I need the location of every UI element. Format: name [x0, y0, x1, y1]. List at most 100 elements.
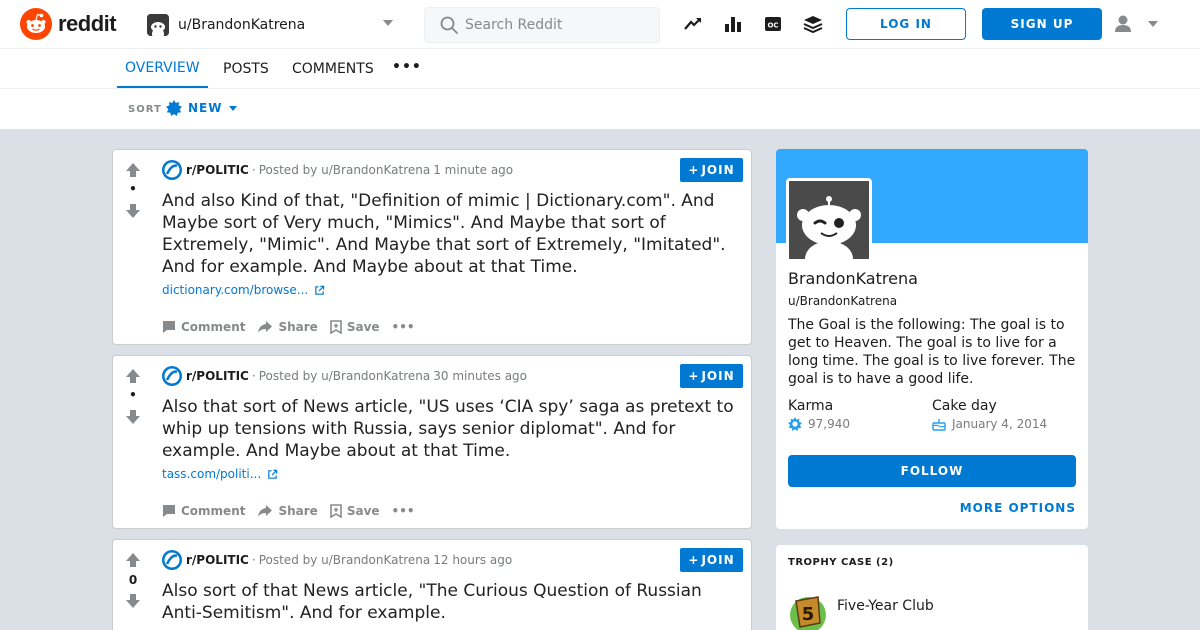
profile-bio: The Goal is the following: The goal is t…: [788, 317, 1076, 387]
plus-icon: +: [688, 369, 700, 383]
user-avatar-icon: [147, 14, 169, 36]
trending-icon[interactable]: [682, 13, 704, 35]
subreddit-icon[interactable]: [162, 160, 182, 180]
tab-overview[interactable]: OVERVIEW: [117, 49, 208, 88]
user-silhouette-icon: [1115, 15, 1131, 32]
original-content-icon[interactable]: OC: [762, 13, 784, 35]
profile-display-name: BrandonKatrena: [788, 269, 918, 288]
post-time[interactable]: 12 hours ago: [433, 553, 512, 567]
posted-by[interactable]: Posted by u/BrandonKatrena: [259, 553, 431, 567]
plus-icon: +: [688, 553, 700, 567]
karma-label: Karma: [788, 398, 834, 414]
top-header: reddit u/BrandonKatrena OC LO: [0, 0, 1200, 49]
user-menu-dropdown[interactable]: [1112, 12, 1162, 36]
save-button[interactable]: Save: [330, 504, 380, 518]
post-title[interactable]: Also that sort of News article, "US uses…: [162, 396, 742, 462]
cakeday-value: January 4, 2014: [932, 417, 1047, 431]
comment-button[interactable]: Comment: [162, 504, 245, 518]
post-card[interactable]: • r/POLITIC · Posted by u/BrandonKatrena…: [112, 149, 752, 345]
vote-column: 0: [113, 540, 153, 630]
karma-burst-icon: [788, 417, 802, 431]
post-actions: Comment Share Save •••: [162, 504, 427, 518]
five-year-club-trophy-icon: 5: [790, 596, 826, 630]
signup-button[interactable]: SIGN UP: [982, 8, 1102, 40]
sort-dropdown[interactable]: NEW: [166, 100, 238, 116]
profile-card: BrandonKatrena u/BrandonKatrena The Goal…: [776, 149, 1088, 529]
more-options-icon[interactable]: •••: [392, 320, 415, 334]
upvote-arrow-icon[interactable]: [125, 368, 141, 384]
comment-icon: [163, 505, 175, 517]
search-input[interactable]: [465, 17, 645, 33]
login-button[interactable]: LOG IN: [846, 8, 966, 40]
join-button[interactable]: + JOIN: [680, 548, 743, 572]
post-meta: r/POLITIC · Posted by u/BrandonKatrena 1…: [162, 550, 512, 570]
post-time[interactable]: 1 minute ago: [433, 163, 513, 177]
share-button[interactable]: Share: [257, 504, 318, 518]
popular-icon[interactable]: [722, 13, 744, 35]
share-button[interactable]: Share: [257, 320, 318, 334]
search-bar[interactable]: [424, 7, 660, 43]
vote-column: •: [113, 356, 153, 528]
trophy-case-title: TROPHY CASE (2): [788, 557, 894, 568]
chevron-down-icon: [1148, 21, 1158, 27]
cake-icon: [932, 419, 946, 431]
chevron-down-icon: [383, 20, 393, 26]
upvote-arrow-icon[interactable]: [125, 162, 141, 178]
comment-button[interactable]: Comment: [162, 320, 245, 334]
more-options-link[interactable]: MORE OPTIONS: [960, 501, 1076, 515]
reddit-wordmark: reddit: [58, 11, 117, 36]
post-card[interactable]: 0 r/POLITIC · Posted by u/BrandonKatrena…: [112, 539, 752, 630]
vote-count: •: [129, 182, 137, 196]
downvote-arrow-icon[interactable]: [125, 593, 141, 609]
more-options-icon[interactable]: •••: [392, 504, 415, 518]
share-icon: [258, 321, 273, 333]
post-link[interactable]: tass.com/politi...: [162, 467, 278, 481]
save-button[interactable]: Save: [330, 320, 380, 334]
join-button[interactable]: + JOIN: [680, 364, 743, 388]
follow-button[interactable]: FOLLOW: [788, 455, 1076, 487]
sort-bar: SORT NEW: [0, 89, 1200, 129]
profile-tabs: OVERVIEW POSTS COMMENTS •••: [0, 49, 1200, 89]
sort-label: SORT: [128, 104, 162, 115]
post-time[interactable]: 30 minutes ago: [433, 369, 527, 383]
tab-posts[interactable]: POSTS: [223, 49, 269, 88]
post-title[interactable]: And also Kind of that, "Definition of mi…: [162, 190, 742, 278]
downvote-arrow-icon[interactable]: [125, 409, 141, 425]
post-link[interactable]: dictionary.com/browse...: [162, 283, 325, 297]
more-tabs-icon[interactable]: •••: [392, 59, 422, 75]
vote-column: •: [113, 150, 153, 344]
subreddit-link[interactable]: r/POLITIC: [186, 369, 249, 383]
profile-avatar[interactable]: [786, 178, 872, 262]
post-meta: r/POLITIC · Posted by u/BrandonKatrena 3…: [162, 366, 527, 386]
subreddit-link[interactable]: r/POLITIC: [186, 163, 249, 177]
subreddit-icon[interactable]: [162, 550, 182, 570]
post-card[interactable]: • r/POLITIC · Posted by u/BrandonKatrena…: [112, 355, 752, 529]
share-icon: [258, 505, 273, 517]
trophy-name: Five-Year Club: [837, 598, 934, 614]
profile-username: u/BrandonKatrena: [788, 294, 898, 308]
posted-by[interactable]: Posted by u/BrandonKatrena: [259, 369, 431, 383]
reddit-logo[interactable]: reddit: [20, 8, 117, 40]
join-button[interactable]: + JOIN: [680, 158, 743, 182]
post-title[interactable]: Also sort of that News article, "The Cur…: [162, 580, 742, 624]
new-burst-icon: [166, 100, 182, 116]
community-user-switcher[interactable]: u/BrandonKatrena: [147, 9, 399, 41]
posted-by[interactable]: Posted by u/BrandonKatrena: [259, 163, 431, 177]
cakeday-label: Cake day: [932, 398, 997, 414]
chevron-down-icon: [229, 105, 238, 111]
svg-text:OC: OC: [767, 22, 778, 30]
vote-count: 0: [128, 573, 138, 587]
coins-stack-icon[interactable]: [802, 13, 824, 35]
bookmark-icon: [330, 504, 342, 518]
downvote-arrow-icon[interactable]: [125, 203, 141, 219]
subreddit-icon[interactable]: [162, 366, 182, 386]
vote-count: •: [129, 388, 137, 402]
subreddit-link[interactable]: r/POLITIC: [186, 553, 249, 567]
upvote-arrow-icon[interactable]: [125, 552, 141, 568]
search-icon: [440, 16, 458, 34]
reddit-alien-icon: [20, 8, 52, 40]
external-link-icon: [315, 285, 325, 295]
tab-comments[interactable]: COMMENTS: [292, 49, 374, 88]
comment-icon: [163, 321, 175, 333]
plus-icon: +: [688, 163, 700, 177]
